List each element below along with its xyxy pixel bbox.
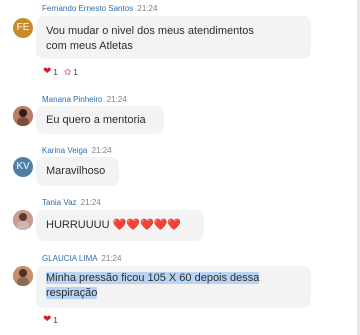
sender-line: GLAUCIA LIMA 21:24 — [42, 254, 121, 263]
message-text: Vou mudar o nivel dos meus atendimentos … — [46, 25, 254, 52]
reaction-heart[interactable]: ❤ 1 — [43, 315, 58, 325]
message-bubble[interactable]: Eu quero a mentoria — [36, 106, 164, 134]
message-text: Minha pressão ficou 105 X 60 depois dess… — [46, 271, 301, 301]
message-time: 21:24 — [137, 4, 158, 13]
avatar-glaucia[interactable] — [13, 266, 33, 286]
message-text: HURRUUUU ❤️❤️❤️❤️❤️ — [46, 219, 182, 231]
message-text: Maravilhoso — [46, 165, 106, 177]
message-reactions: ❤ 1 — [43, 315, 58, 325]
chat-thread: FE Fernando Ernesto Santos 21:24 Vou mud… — [0, 0, 360, 335]
avatar-tania[interactable] — [13, 210, 33, 230]
message-bubble[interactable]: Minha pressão ficou 105 X 60 depois dess… — [36, 266, 311, 308]
reaction-heart[interactable]: ❤ 1 — [43, 67, 58, 77]
avatar-kv[interactable]: KV — [13, 157, 33, 177]
sender-name: Tania Vaz — [42, 198, 77, 207]
sender-line: Fernando Ernesto Santos 21:24 — [42, 4, 157, 13]
person-avatar-icon — [13, 106, 33, 126]
sender-name: Fernando Ernesto Santos — [42, 4, 134, 13]
reaction-count: 1 — [53, 315, 58, 325]
message-time: 21:24 — [106, 95, 127, 104]
heart-icon: ❤ — [43, 314, 52, 325]
lungs-icon: ✿ — [63, 66, 72, 77]
message-reactions: ❤ 1 ✿ 1 — [43, 67, 78, 77]
selected-text-line: Minha pressão ficou 105 X 60 depois dess… — [46, 272, 260, 284]
message-bubble[interactable]: Maravilhoso — [36, 157, 119, 186]
reaction-count: 1 — [53, 67, 58, 77]
message-time: 21:24 — [91, 146, 112, 155]
avatar-fe[interactable]: FE — [13, 18, 33, 38]
sender-name: Karina Veiga — [42, 146, 88, 155]
sender-name: GLAUCIA LIMA — [42, 254, 98, 263]
person-avatar-icon — [13, 210, 33, 230]
reaction-lungs[interactable]: ✿ 1 — [63, 66, 78, 77]
message-bubble[interactable]: HURRUUUU ❤️❤️❤️❤️❤️ — [36, 210, 204, 241]
message-time: 21:24 — [101, 254, 122, 263]
message-bubble[interactable]: Vou mudar o nivel dos meus atendimentos … — [36, 16, 311, 59]
avatar-initials: KV — [16, 161, 30, 172]
sender-line: Tania Vaz 21:24 — [42, 198, 101, 207]
message-time: 21:24 — [80, 198, 101, 207]
selected-text-line: respiração — [46, 287, 98, 299]
person-avatar-icon — [13, 266, 33, 286]
sender-name: Manana Pinheiro — [42, 95, 103, 104]
avatar-manana[interactable] — [13, 106, 33, 126]
sender-line: Karina Veiga 21:24 — [42, 146, 112, 155]
heart-icon: ❤ — [43, 66, 52, 77]
avatar-initials: FE — [16, 22, 30, 33]
reaction-count: 1 — [73, 67, 78, 77]
message-text: Eu quero a mentoria — [46, 114, 146, 126]
sender-line: Manana Pinheiro 21:24 — [42, 95, 127, 104]
